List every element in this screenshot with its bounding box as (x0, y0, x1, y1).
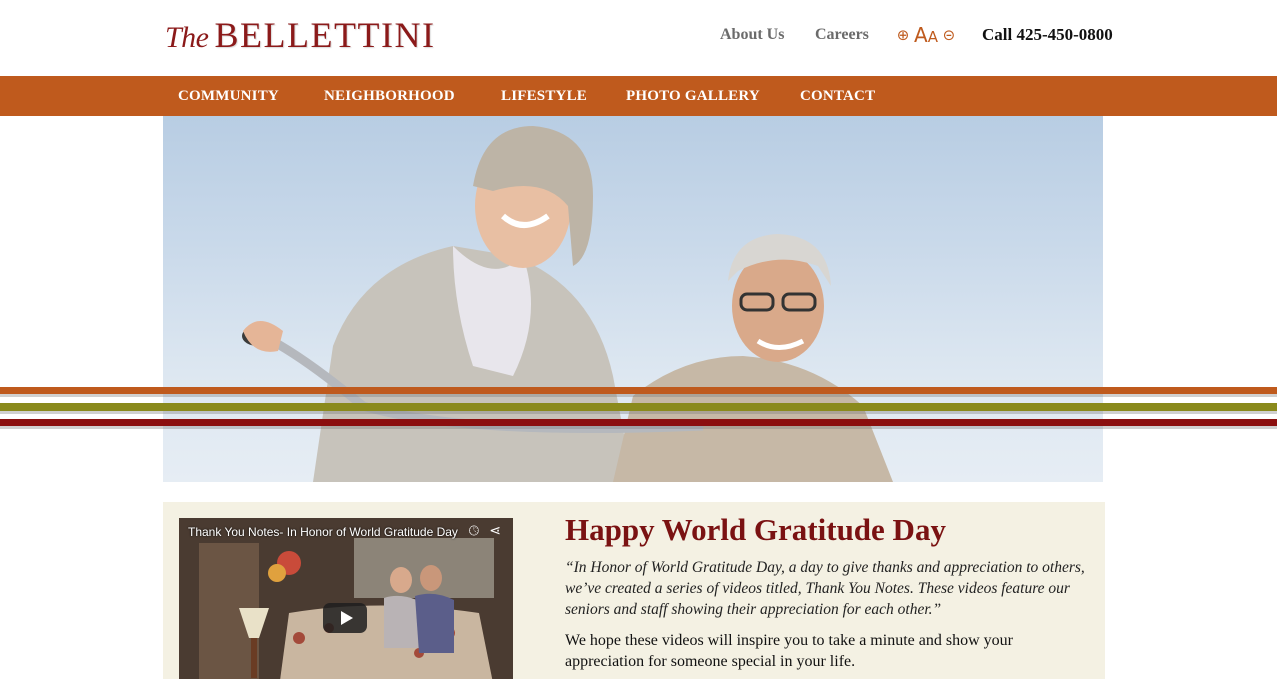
logo-name: BELLETTINI (214, 15, 436, 55)
stripe-olive (0, 403, 1277, 411)
main-nav: COMMUNITY NEIGHBORHOOD LIFESTYLE PHOTO G… (0, 76, 1277, 116)
careers-link[interactable]: Careers (815, 26, 869, 44)
share-icon[interactable]: ⋖ (489, 523, 501, 539)
stripe-shadow (0, 394, 1277, 397)
article-quote: “In Honor of World Gratitude Day, a day … (565, 559, 1085, 618)
clock-icon[interactable]: 🕓︎ (469, 524, 479, 539)
video-thumbnail (179, 518, 513, 679)
call-phone-link[interactable]: Call 425-450-0800 (982, 25, 1113, 45)
play-icon (340, 611, 353, 625)
decrease-font-icon[interactable]: ⊝ (941, 26, 957, 44)
article-body: We hope these videos will inspire you to… (565, 632, 1013, 670)
font-size-big-a: A (914, 23, 928, 47)
increase-font-icon[interactable]: ⊕ (895, 26, 911, 44)
site-header: The BELLETTINI About Us Careers ⊕ AA ⊝ C… (0, 0, 1277, 76)
nav-item-neighborhood[interactable]: NEIGHBORHOOD (324, 76, 455, 116)
about-us-link[interactable]: About Us (720, 26, 784, 44)
font-size-tools: ⊕ AA ⊝ (895, 22, 957, 48)
gratitude-day-section: Thank You Notes- In Honor of World Grati… (163, 502, 1105, 679)
nav-item-contact[interactable]: CONTACT (800, 76, 875, 116)
play-button[interactable] (323, 603, 367, 633)
site-logo[interactable]: The BELLETTINI (165, 14, 435, 60)
nav-item-lifestyle[interactable]: LIFESTYLE (501, 76, 587, 116)
stripe-shadow (0, 411, 1277, 414)
stripe-shadow (0, 426, 1277, 429)
nav-item-photo-gallery[interactable]: PHOTO GALLERY (626, 76, 760, 116)
stripe-orange (0, 387, 1277, 394)
logo-the: The (165, 21, 209, 54)
video-title: Thank You Notes- In Honor of World Grati… (188, 525, 458, 539)
nav-item-community[interactable]: COMMUNITY (178, 76, 279, 116)
stripe-red (0, 419, 1277, 426)
video-player[interactable]: Thank You Notes- In Honor of World Grati… (179, 518, 513, 679)
font-size-small-a: A (927, 28, 938, 46)
article-headline: Happy World Gratitude Day (565, 512, 946, 547)
font-size-label: AA (914, 23, 938, 47)
